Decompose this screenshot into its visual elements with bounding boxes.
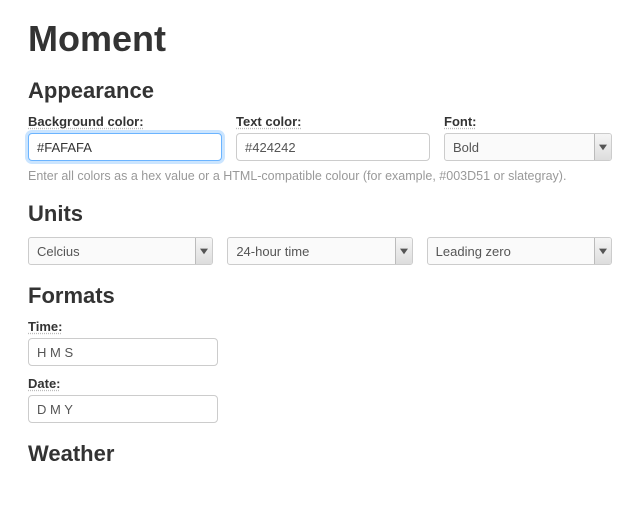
leading-zero-field: Leading zero bbox=[427, 237, 612, 265]
section-heading-formats: Formats bbox=[28, 283, 612, 309]
background-color-input[interactable] bbox=[28, 133, 222, 161]
date-format-string-field: Date: bbox=[28, 376, 218, 423]
text-color-label: Text color: bbox=[236, 114, 302, 129]
section-heading-units: Units bbox=[28, 201, 612, 227]
text-color-field: Text color: bbox=[236, 114, 430, 161]
time-format-select[interactable]: 24-hour time bbox=[227, 237, 412, 265]
time-format-string-field: Time: bbox=[28, 319, 218, 366]
font-label: Font: bbox=[444, 114, 476, 129]
text-color-input[interactable] bbox=[236, 133, 430, 161]
section-heading-weather: Weather bbox=[28, 441, 612, 467]
background-color-field: Background color: bbox=[28, 114, 222, 161]
font-field: Font: Bold bbox=[444, 114, 612, 161]
temperature-field: Celcius bbox=[28, 237, 213, 265]
time-format-string-label: Time: bbox=[28, 319, 62, 334]
temperature-select[interactable]: Celcius bbox=[28, 237, 213, 265]
date-format-string-input[interactable] bbox=[28, 395, 218, 423]
section-heading-appearance: Appearance bbox=[28, 78, 612, 104]
appearance-row: Background color: Text color: Font: Bold bbox=[28, 114, 612, 161]
leading-zero-select[interactable]: Leading zero bbox=[427, 237, 612, 265]
time-format-field: 24-hour time bbox=[227, 237, 412, 265]
units-row: Celcius 24-hour time Leading zero bbox=[28, 237, 612, 265]
date-format-string-label: Date: bbox=[28, 376, 61, 391]
page-title: Moment bbox=[28, 18, 612, 60]
background-color-label: Background color: bbox=[28, 114, 144, 129]
time-format-string-input[interactable] bbox=[28, 338, 218, 366]
appearance-help-text: Enter all colors as a hex value or a HTM… bbox=[28, 169, 612, 183]
font-select[interactable]: Bold bbox=[444, 133, 612, 161]
